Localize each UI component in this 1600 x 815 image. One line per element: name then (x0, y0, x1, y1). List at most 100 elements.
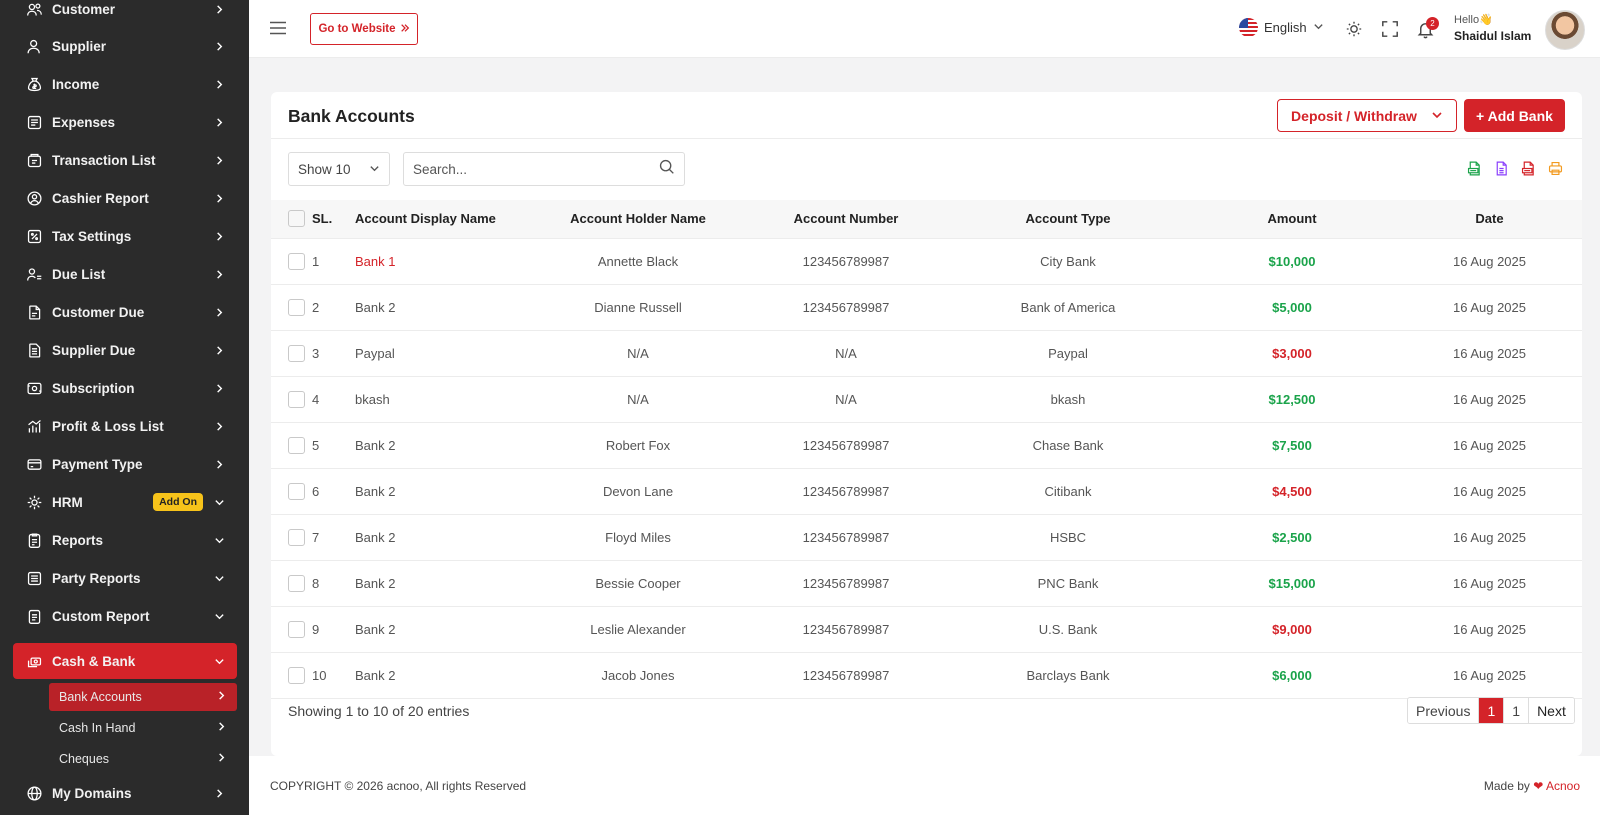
sidebar-item-supplier-due[interactable]: Supplier Due (13, 332, 237, 368)
pdf-export-icon[interactable] (1519, 159, 1538, 178)
row-checkbox[interactable] (288, 482, 305, 500)
sidebar-item-income[interactable]: Income (13, 66, 237, 102)
table-row[interactable]: 3 Paypal N/A N/A Paypal $3,000 16 Aug 20… (271, 330, 1582, 376)
sidebar-item-customer-due[interactable]: Customer Due (13, 294, 237, 330)
row-type: Bank of America (1020, 299, 1116, 315)
sun-icon[interactable] (1344, 19, 1364, 39)
sidebar-item-reports[interactable]: Reports (13, 522, 237, 558)
table-row[interactable]: 7 Bank 2 Floyd Miles 123456789987 HSBC $… (271, 514, 1582, 560)
row-sl: 9 (312, 621, 320, 637)
row-display-name[interactable]: Paypal (355, 330, 533, 376)
row-display-name[interactable]: Bank 1 (355, 238, 533, 284)
previous-page-button[interactable]: Previous (1408, 698, 1480, 723)
sidebar-subitem-cash-in-hand[interactable]: Cash In Hand (49, 714, 237, 742)
language-selector[interactable]: English (1239, 18, 1324, 37)
sidebar-subitem-label: Bank Accounts (59, 690, 142, 704)
sidebar-item-customer[interactable]: Customer (13, 0, 237, 27)
row-sl: 2 (312, 299, 320, 315)
row-display-name[interactable]: Bank 2 (355, 468, 533, 514)
print-icon[interactable] (1546, 159, 1565, 178)
select-all-checkbox[interactable] (288, 210, 305, 228)
table-row[interactable]: 4 bkash N/A N/A bkash $12,500 16 Aug 202… (271, 376, 1582, 422)
user-info[interactable]: Hello👋 Shaidul Islam (1454, 12, 1531, 44)
sidebar-item-hrm[interactable]: HRM Add On (13, 484, 237, 520)
sidebar-item-supplier[interactable]: Supplier (13, 28, 237, 64)
sidebar-item-label: Customer (52, 1, 116, 17)
sidebar-item-cashier-report[interactable]: Cashier Report (13, 180, 237, 216)
row-checkbox[interactable] (288, 666, 305, 684)
row-date: 16 Aug 2025 (1452, 391, 1527, 407)
sidebar-item-cash-bank[interactable]: Cash & Bank (13, 643, 237, 679)
brand-link[interactable]: Acnoo (1546, 779, 1580, 793)
row-checkbox[interactable] (288, 344, 305, 362)
sidebar-item-custom-report[interactable]: Custom Report (13, 598, 237, 634)
add-bank-button[interactable]: + Add Bank (1464, 99, 1565, 132)
col-header-amount: Amount (1187, 200, 1397, 239)
csv-export-icon[interactable] (1465, 159, 1484, 178)
sidebar-item-label: HRM (52, 494, 83, 510)
excel-export-icon[interactable] (1492, 159, 1511, 178)
table-row[interactable]: 2 Bank 2 Dianne Russell 123456789987 Ban… (271, 284, 1582, 330)
sidebar-item-party-reports[interactable]: Party Reports (13, 560, 237, 596)
row-checkbox[interactable] (288, 298, 305, 316)
sidebar-item-my-domains[interactable]: My Domains (13, 775, 237, 811)
sidebar-item-tax-settings[interactable]: Tax Settings (13, 218, 237, 254)
row-holder: N/A (627, 391, 649, 407)
search-input[interactable] (413, 161, 658, 177)
table-row[interactable]: 9 Bank 2 Leslie Alexander 123456789987 U… (271, 606, 1582, 652)
table-row[interactable]: 1 Bank 1 Annette Black 123456789987 City… (271, 238, 1582, 284)
row-checkbox[interactable] (288, 620, 305, 638)
go-to-website-button[interactable]: Go to Website (310, 13, 418, 45)
row-amount: $4,500 (1272, 483, 1312, 499)
row-display-name[interactable]: Bank 2 (355, 514, 533, 560)
deposit-withdraw-button[interactable]: Deposit / Withdraw (1277, 99, 1457, 132)
sidebar-item-label: Payment Type (52, 456, 143, 472)
page-button[interactable]: 1 (1504, 698, 1530, 723)
custom-report-icon (25, 607, 43, 625)
sidebar-item-label: Expenses (52, 114, 116, 130)
chevron-right-icon (213, 230, 225, 242)
sidebar-item-due-list[interactable]: Due List (13, 256, 237, 292)
expenses-icon (25, 113, 43, 131)
sidebar-item-label: Profit & Loss List (52, 418, 164, 434)
fullscreen-icon[interactable] (1380, 19, 1400, 39)
search-icon[interactable] (658, 158, 675, 180)
row-checkbox[interactable] (288, 390, 305, 408)
sidebar-item-label: Subscription (52, 380, 135, 396)
current-page-button[interactable]: 1 (1479, 698, 1505, 723)
row-display-name[interactable]: Bank 2 (355, 652, 533, 698)
row-sl: 3 (312, 345, 320, 361)
copyright-text: COPYRIGHT © 2026 acnoo, All rights Reser… (270, 779, 527, 793)
row-sl: 5 (312, 437, 320, 453)
chevron-right-icon (213, 268, 225, 280)
show-entries-select[interactable]: Show 10 (288, 152, 390, 186)
row-checkbox[interactable] (288, 436, 305, 454)
table-row[interactable]: 8 Bank 2 Bessie Cooper 123456789987 PNC … (271, 560, 1582, 606)
row-checkbox[interactable] (288, 252, 305, 270)
sidebar-item-profit-loss[interactable]: Profit & Loss List (13, 408, 237, 444)
sidebar-item-subscription[interactable]: Subscription (13, 370, 237, 406)
row-checkbox[interactable] (288, 528, 305, 546)
sidebar-item-label: Party Reports (52, 570, 141, 586)
row-display-name[interactable]: Bank 2 (355, 422, 533, 468)
row-amount: $6,000 (1272, 667, 1312, 683)
table-row[interactable]: 6 Bank 2 Devon Lane 123456789987 Citiban… (271, 468, 1582, 514)
sidebar-subitem-bank-accounts[interactable]: Bank Accounts (49, 683, 237, 711)
table-row[interactable]: 5 Bank 2 Robert Fox 123456789987 Chase B… (271, 422, 1582, 468)
sidebar-item-expenses[interactable]: Expenses (13, 104, 237, 140)
hamburger-menu-icon[interactable] (269, 19, 287, 37)
row-display-name[interactable]: Bank 2 (355, 560, 533, 606)
chevron-right-icon (213, 78, 225, 90)
sidebar-item-payment-type[interactable]: Payment Type (13, 446, 237, 482)
avatar[interactable] (1545, 10, 1585, 50)
next-page-button[interactable]: Next (1529, 698, 1574, 723)
row-display-name[interactable]: Bank 2 (355, 606, 533, 652)
row-checkbox[interactable] (288, 574, 305, 592)
chevron-right-icon (216, 752, 227, 766)
table-row[interactable]: 10 Bank 2 Jacob Jones 123456789987 Barcl… (271, 652, 1582, 698)
payment-type-icon (25, 455, 43, 473)
sidebar-item-transaction-list[interactable]: Transaction List (13, 142, 237, 178)
row-display-name[interactable]: Bank 2 (355, 284, 533, 330)
sidebar-subitem-cheques[interactable]: Cheques (49, 745, 237, 773)
row-display-name[interactable]: bkash (355, 376, 533, 422)
